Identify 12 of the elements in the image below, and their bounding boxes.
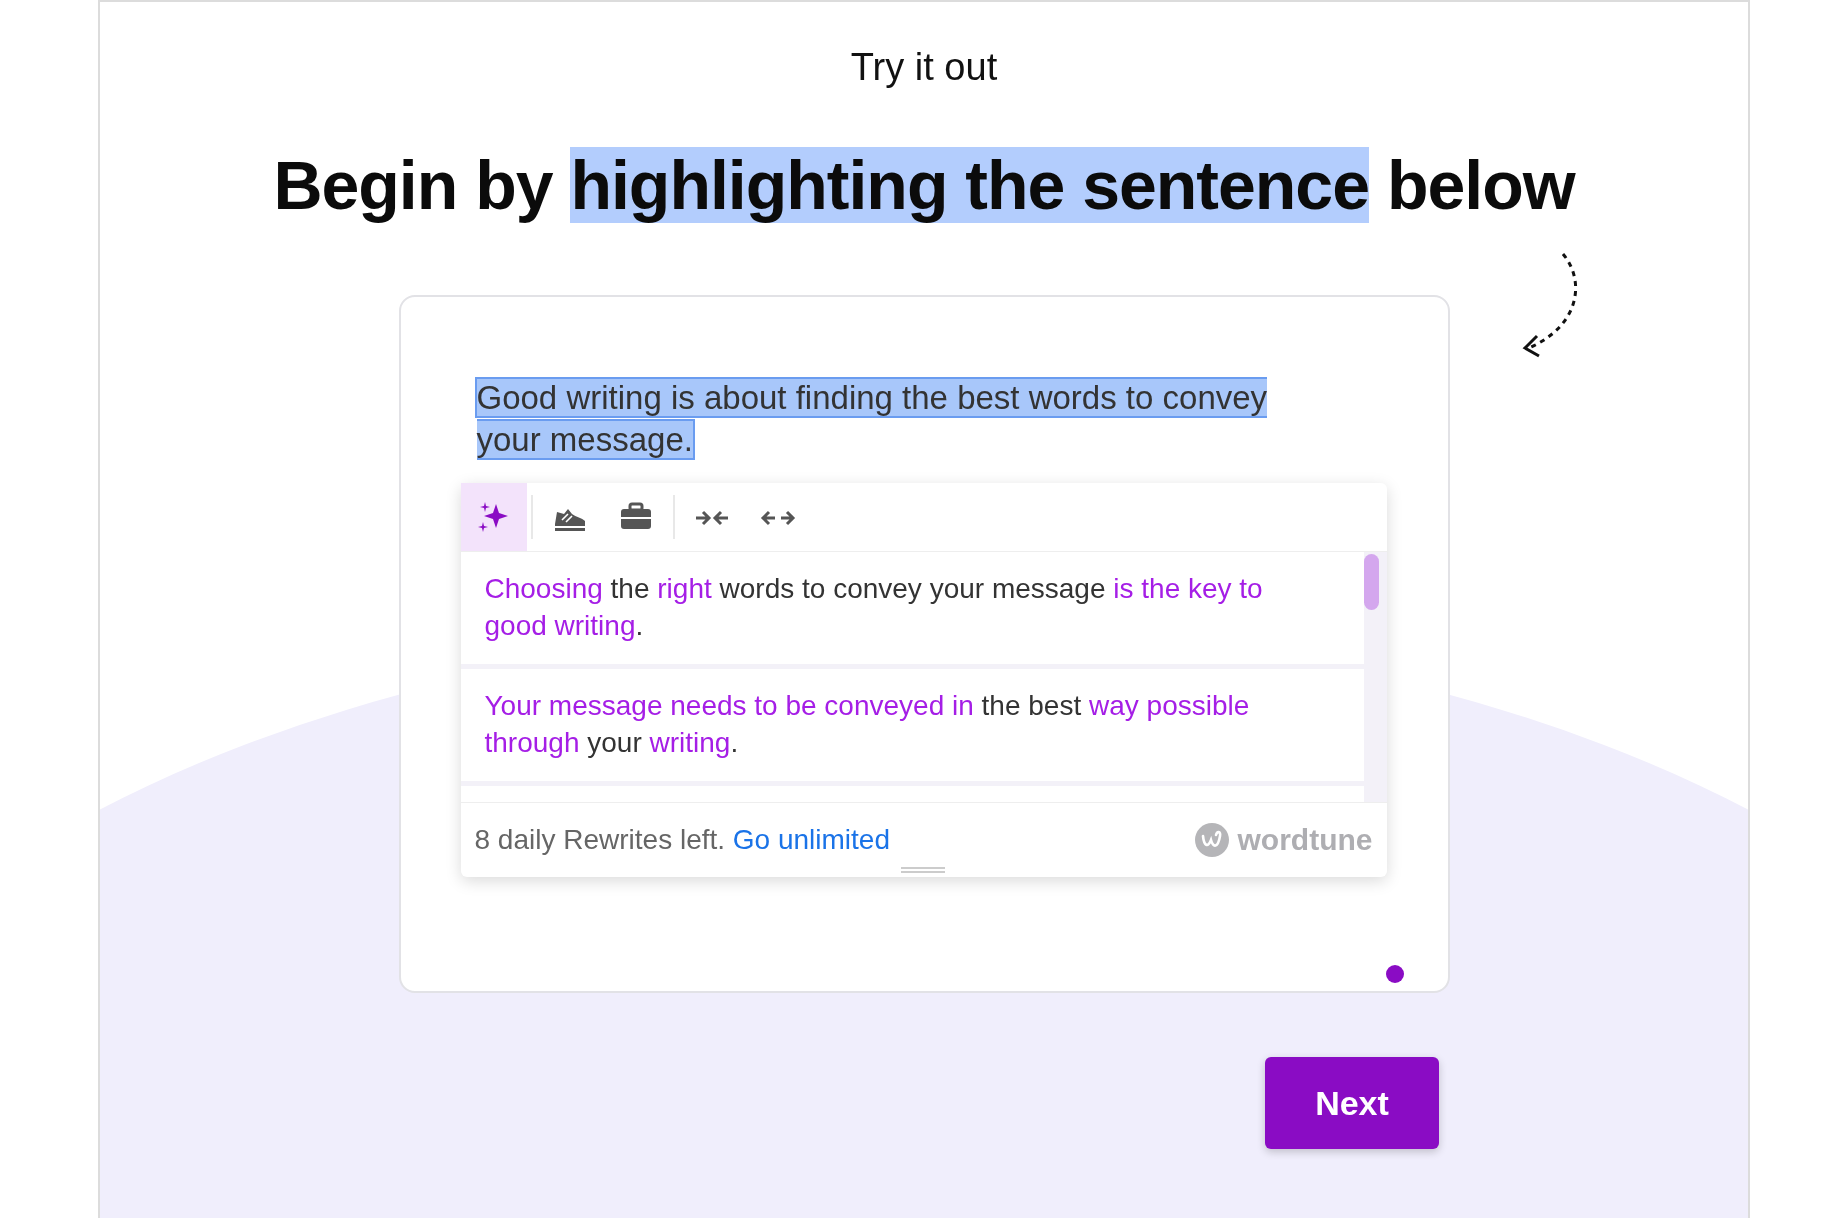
brand-name: wordtune: [1237, 823, 1373, 858]
status-dot: [1385, 965, 1404, 984]
suggestion-item[interactable]: Choosing the right words to convey your message is the key to good writing.: [460, 552, 1364, 665]
logo-icon: [1193, 822, 1230, 859]
resize-handle[interactable]: [900, 867, 945, 874]
go-unlimited-link[interactable]: Go unlimited: [732, 824, 890, 856]
rewrites-left-text: 8 daily Rewrites left. Go unlimited: [474, 824, 890, 857]
suggestion-item[interactable]: Your message needs to be conveyed in the best way possible through your writing.: [460, 669, 1364, 782]
sample-sentence: Good writing is about finding the best words to convey your message.: [476, 378, 1269, 461]
intro-text: Try it out: [850, 46, 998, 89]
next-button[interactable]: Next: [1265, 1057, 1439, 1150]
toolbar-button[interactable]: [460, 483, 527, 552]
